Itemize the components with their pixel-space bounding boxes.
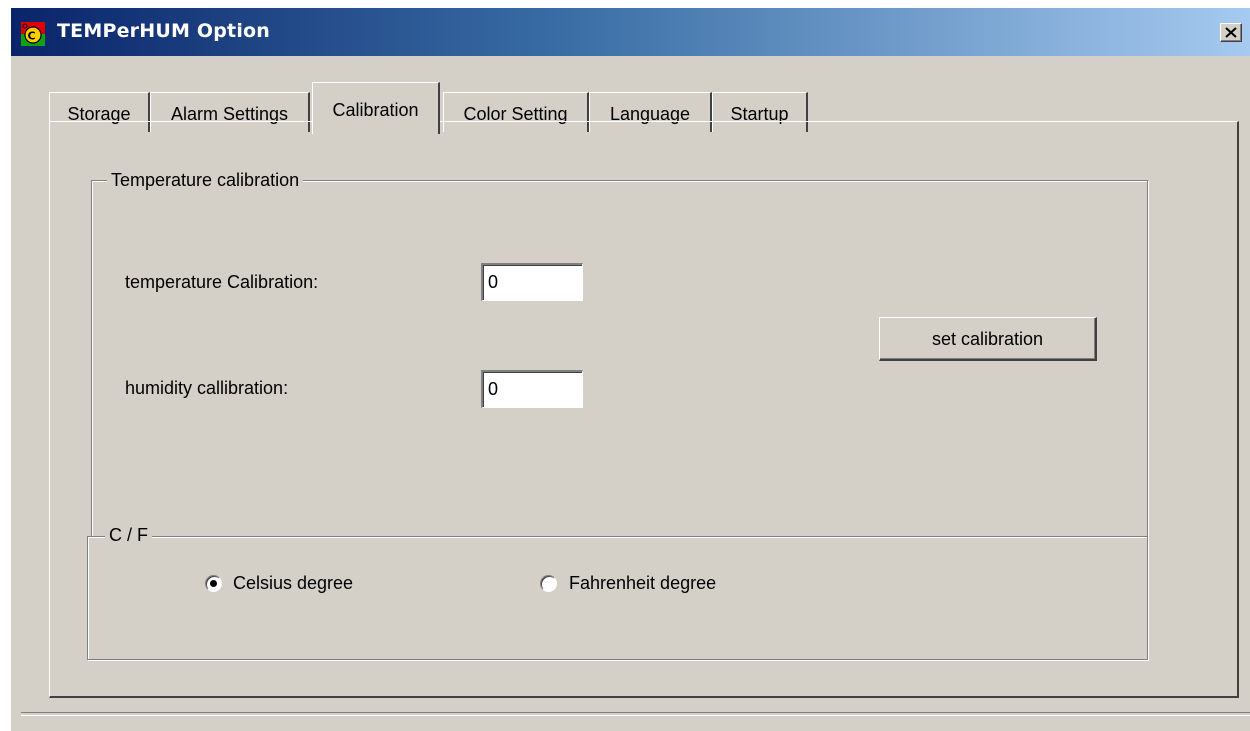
humidity-calibration-input[interactable]: 0 — [481, 370, 583, 408]
set-calibration-button[interactable]: set calibration — [879, 317, 1097, 361]
unit-group — [87, 536, 1148, 660]
close-button[interactable] — [1220, 23, 1242, 42]
svg-text:C: C — [28, 30, 36, 43]
unit-group-legend: C / F — [105, 525, 152, 546]
title-bar[interactable]: C TEMPerHUM Option — [11, 8, 1250, 56]
humidity-calibration-label: humidity callibration: — [125, 378, 289, 398]
fahrenheit-radio[interactable] — [540, 575, 557, 592]
options-window: C TEMPerHUM Option Storage Alarm Setting… — [10, 8, 1250, 731]
app-thermometer-icon: C — [21, 22, 45, 46]
close-icon — [1225, 27, 1237, 38]
temperature-calibration-input[interactable]: 0 — [481, 263, 583, 301]
celsius-label[interactable]: Celsius degree — [233, 573, 353, 594]
celsius-radio[interactable] — [205, 575, 222, 592]
window-title: TEMPerHUM Option — [57, 20, 271, 42]
fahrenheit-label[interactable]: Fahrenheit degree — [569, 573, 716, 594]
temperature-calibration-label: temperature Calibration: — [125, 272, 319, 292]
temperature-calibration-legend: Temperature calibration — [107, 170, 304, 191]
tab-calibration[interactable]: Calibration — [312, 82, 440, 134]
radio-selected-dot-icon — [210, 580, 217, 587]
window-bottom-edge — [21, 712, 1250, 716]
